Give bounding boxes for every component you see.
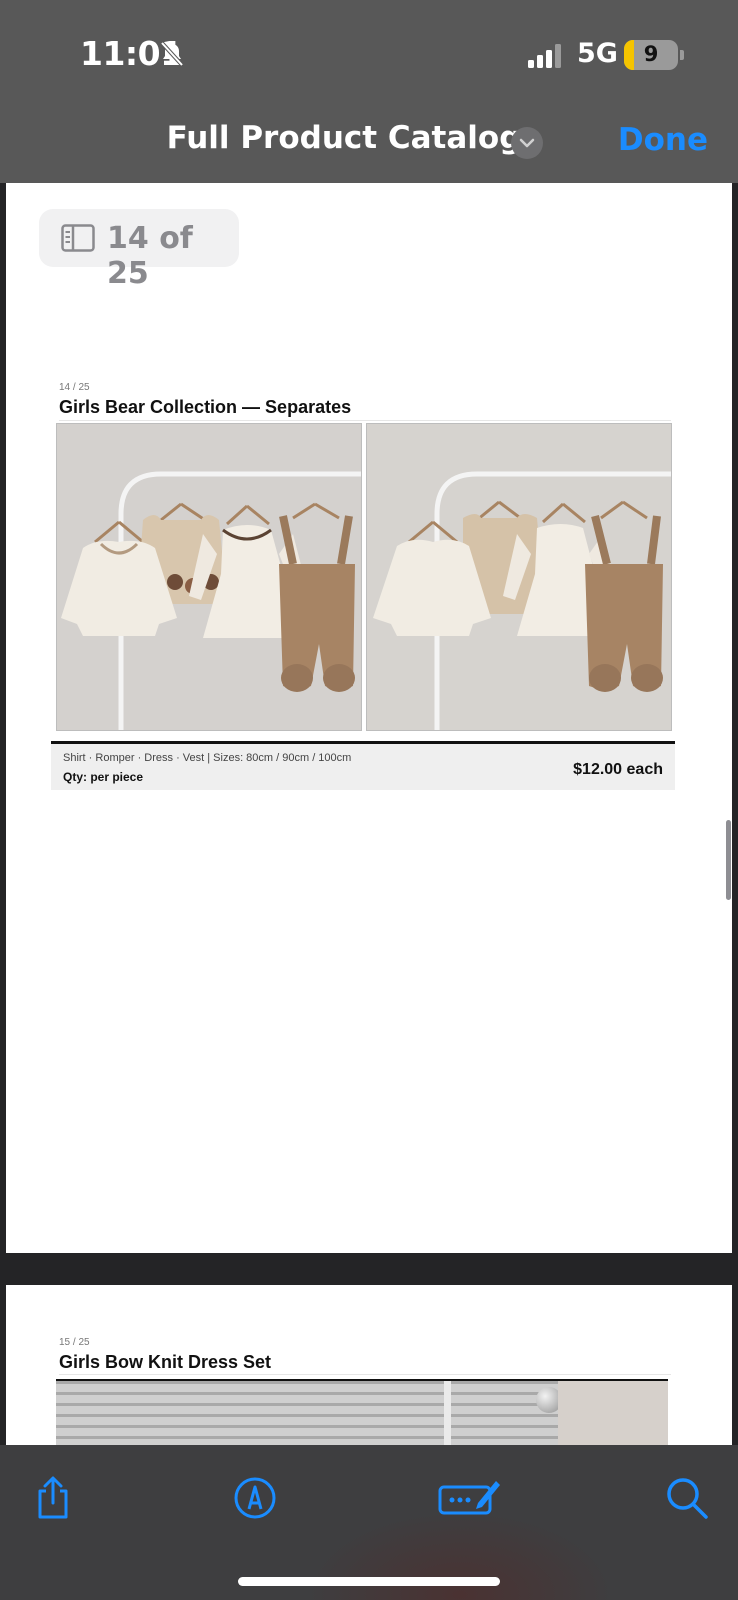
document-view[interactable]: 14 of 25 14 / 25 Girls Bear Collection —… xyxy=(0,183,738,1445)
next-product-title: Girls Bow Knit Dress Set xyxy=(59,1352,272,1372)
product-price: $12.00 each xyxy=(573,761,663,778)
share-button[interactable] xyxy=(28,1473,78,1523)
scroll-indicator[interactable] xyxy=(726,820,731,900)
chevron-down-icon xyxy=(519,138,535,148)
form-fill-button[interactable] xyxy=(438,1473,502,1523)
battery-level: 9 xyxy=(643,42,659,66)
share-icon xyxy=(38,1476,68,1519)
product-photo-front xyxy=(56,423,362,731)
next-product-photo xyxy=(56,1379,668,1445)
bell-slash-icon xyxy=(160,41,184,67)
search-icon xyxy=(667,1478,708,1519)
network-label: 5G xyxy=(577,38,618,69)
product-info-bar: Shirt · Romper · Dress · Vest | Sizes: 8… xyxy=(51,741,675,790)
product-title: Girls Bear Collection — Separates xyxy=(59,397,352,417)
product-qty: Qty: per piece xyxy=(63,770,144,784)
page-indicator-text: 14 of 25 xyxy=(107,221,193,291)
signal-icon xyxy=(528,44,561,68)
done-button[interactable]: Done xyxy=(618,122,708,158)
next-page-index-label: 15 / 25 xyxy=(59,1337,90,1348)
title-menu-button[interactable] xyxy=(511,127,543,159)
title-divider xyxy=(59,420,671,421)
next-catalog-page: 15 / 25 Girls Bow Knit Dress Set xyxy=(6,1285,732,1445)
next-title-divider xyxy=(59,1374,671,1375)
top-bar: 11:01 5G 9 Full Product Catalog Done xyxy=(0,0,738,183)
product-photo-back xyxy=(366,423,672,731)
page-indicator-pill[interactable]: 14 of 25 xyxy=(39,209,239,291)
home-indicator[interactable] xyxy=(238,1577,500,1586)
battery-tip xyxy=(680,50,684,60)
markup-icon xyxy=(234,1477,276,1519)
page-index-label: 14 / 25 xyxy=(59,382,90,393)
battery-icon: 9 xyxy=(624,40,678,70)
catalog-page: 14 / 25 Girls Bear Collection — Separate… xyxy=(6,328,732,1253)
search-button[interactable] xyxy=(662,1473,712,1523)
sidebar-icon xyxy=(61,224,95,252)
product-description: Shirt · Romper · Dress · Vest | Sizes: 8… xyxy=(63,752,352,764)
markup-button[interactable] xyxy=(230,1473,280,1523)
form-fill-icon xyxy=(438,1481,500,1515)
document-title[interactable]: Full Product Catalog xyxy=(0,120,688,156)
